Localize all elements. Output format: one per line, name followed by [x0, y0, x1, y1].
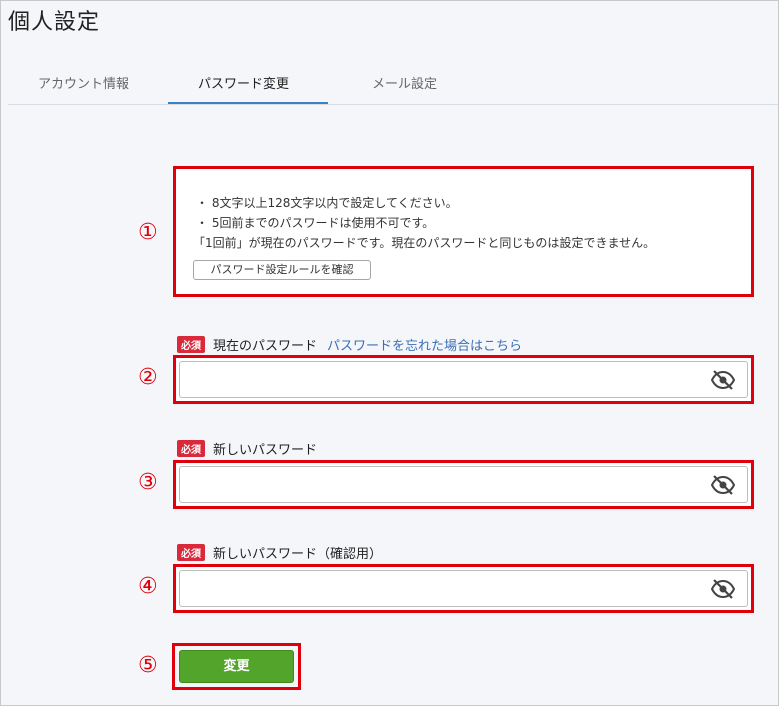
callout-5: ⑤ [138, 653, 158, 678]
tab-bar: アカウント情報 パスワード変更 メール設定 [8, 60, 778, 105]
required-badge: 必須 [177, 440, 205, 457]
confirm-password-label: 新しいパスワード（確認用） [213, 547, 383, 562]
confirm-password-label-row: 必須 新しいパスワード（確認用） [177, 543, 383, 562]
confirm-rules-button[interactable]: パスワード設定ルールを確認 [193, 260, 371, 280]
current-password-label-row: 必須 現在のパスワード パスワードを忘れた場合はこちら [177, 335, 522, 354]
eye-off-icon[interactable] [711, 475, 735, 495]
new-password-box [173, 460, 754, 509]
rule-line: ・ 5回前までのパスワードは使用不可です。 [196, 216, 435, 230]
rule-line: ・ 8文字以上128文字以内で設定してください。 [196, 196, 458, 210]
rule-line: 「1回前」が現在のパスワードです。現在のパスワードと同じものは設定できません。 [193, 236, 656, 250]
change-button[interactable]: 変更 [179, 650, 294, 683]
callout-1: ① [138, 220, 158, 245]
active-tab-indicator [168, 102, 328, 104]
new-password-label: 新しいパスワード [213, 443, 318, 458]
current-password-input[interactable] [179, 361, 748, 398]
confirm-password-input[interactable] [179, 570, 748, 607]
eye-off-icon[interactable] [711, 579, 735, 599]
required-badge: 必須 [177, 544, 205, 561]
required-badge: 必須 [177, 336, 205, 353]
tab-account-info[interactable]: アカウント情報 [38, 73, 129, 92]
submit-box: 変更 [172, 643, 301, 690]
current-password-label: 現在のパスワード [213, 339, 318, 354]
password-rules-box: ・ 8文字以上128文字以内で設定してください。 ・ 5回前までのパスワードは使… [173, 166, 754, 297]
forgot-password-link[interactable]: パスワードを忘れた場合はこちら [327, 339, 522, 354]
callout-3: ③ [138, 470, 158, 495]
callout-4: ④ [138, 574, 158, 599]
tab-mail-settings[interactable]: メール設定 [372, 73, 437, 92]
callout-2: ② [138, 365, 158, 390]
tab-password-change[interactable]: パスワード変更 [198, 73, 289, 92]
eye-off-icon[interactable] [711, 370, 735, 390]
page-title: 個人設定 [8, 10, 101, 35]
confirm-password-box [173, 564, 754, 613]
new-password-input[interactable] [179, 466, 748, 503]
new-password-label-row: 必須 新しいパスワード [177, 439, 318, 458]
current-password-box [173, 355, 754, 404]
